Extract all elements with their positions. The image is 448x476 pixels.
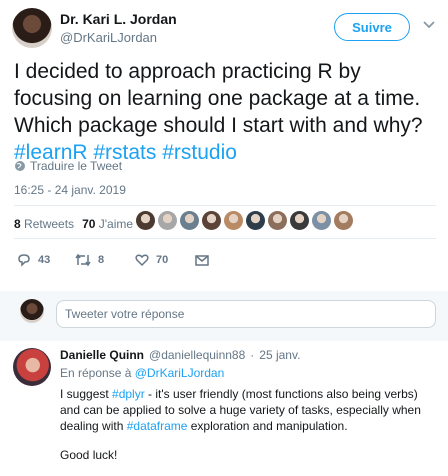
reply-count: 43: [38, 254, 51, 266]
retweets-stat[interactable]: 8 Retweets: [14, 217, 74, 231]
tweet-card: Dr. Kari L. Jordan @DrKariLJordan Suivre…: [0, 0, 448, 290]
likes-stat[interactable]: 70 J'aime: [82, 217, 133, 231]
author-name[interactable]: Dr. Kari L. Jordan: [60, 11, 177, 27]
liker-avatar[interactable]: [268, 211, 287, 230]
reply-author-avatar[interactable]: [13, 348, 51, 386]
reply-author-handle[interactable]: @daniellequinn88: [149, 348, 245, 362]
liker-avatar[interactable]: [136, 211, 155, 230]
chevron-down-icon[interactable]: [422, 18, 436, 32]
reply-input[interactable]: Tweeter votre réponse: [56, 300, 436, 328]
direct-message-button[interactable]: [194, 252, 210, 268]
hashtag-link[interactable]: #dataframe: [127, 419, 188, 433]
like-button[interactable]: 70: [134, 252, 194, 268]
reply-date[interactable]: 25 janv.: [259, 348, 300, 362]
envelope-icon: [195, 255, 209, 266]
tweet-text: I decided to approach practicing R by fo…: [14, 58, 440, 166]
liker-avatar[interactable]: [202, 211, 221, 230]
divider: [14, 238, 436, 239]
in-reply-to: En réponse à @DrKariLJordan: [60, 366, 224, 380]
reply-text: exploration and manipulation.: [187, 419, 348, 433]
current-user-avatar: [20, 299, 44, 323]
liker-avatar[interactable]: [224, 211, 243, 230]
reply-tweet[interactable]: Danielle Quinn @daniellequinn88 · 25 jan…: [0, 343, 448, 465]
in-reply-handle[interactable]: @DrKariLJordan: [135, 366, 225, 380]
tweet-timestamp[interactable]: 16:25 - 24 janv. 2019: [14, 183, 126, 197]
in-reply-prefix: En réponse à: [60, 366, 132, 380]
retweets-count: 8: [14, 217, 21, 231]
retweet-button[interactable]: 8: [74, 252, 134, 268]
retweet-count: 8: [98, 254, 105, 266]
reply-icon: [18, 254, 30, 267]
reply-button[interactable]: 43: [16, 252, 74, 268]
translate-label[interactable]: Traduire le Tweet: [30, 159, 122, 173]
author-handle[interactable]: @DrKariLJordan: [60, 30, 157, 45]
reply-paragraph: Good luck!: [60, 448, 118, 462]
engagement-stats: 8 Retweets 70 J'aime: [14, 217, 133, 231]
translate-link[interactable]: Traduire le Tweet: [14, 159, 122, 173]
liker-avatar[interactable]: [158, 211, 177, 230]
globe-icon: [15, 161, 25, 171]
author-avatar[interactable]: [12, 8, 52, 48]
retweet-icon: [75, 253, 91, 267]
tweet-body: I decided to approach practicing R by fo…: [14, 60, 423, 137]
liker-avatar[interactable]: [312, 211, 331, 230]
reply-author-name[interactable]: Danielle Quinn: [60, 348, 144, 362]
follow-button[interactable]: Suivre: [334, 13, 410, 41]
reply-header: Danielle Quinn @daniellequinn88 · 25 jan…: [60, 348, 300, 362]
likes-count: 70: [82, 217, 96, 231]
liker-avatars: [136, 211, 353, 230]
retweets-label: Retweets: [24, 217, 75, 231]
like-count: 70: [156, 254, 169, 266]
liker-avatar[interactable]: [290, 211, 309, 230]
hashtag-link[interactable]: #dplyr: [112, 387, 145, 401]
liker-avatar[interactable]: [246, 211, 265, 230]
reply-paragraph: I suggest #dplyr - it's user friendly (m…: [60, 386, 438, 434]
separator-dot: ·: [250, 348, 255, 362]
liker-avatar[interactable]: [180, 211, 199, 230]
divider: [14, 205, 436, 206]
reply-text: I suggest: [60, 387, 113, 401]
reply-body: I suggest #dplyr - it's user friendly (m…: [60, 386, 438, 476]
reply-composer: Tweeter votre réponse: [0, 291, 448, 341]
likes-label: J'aime: [98, 217, 134, 231]
liker-avatar[interactable]: [334, 211, 353, 230]
tweet-actions: 43 8 70: [16, 252, 210, 268]
heart-icon: [135, 254, 149, 267]
